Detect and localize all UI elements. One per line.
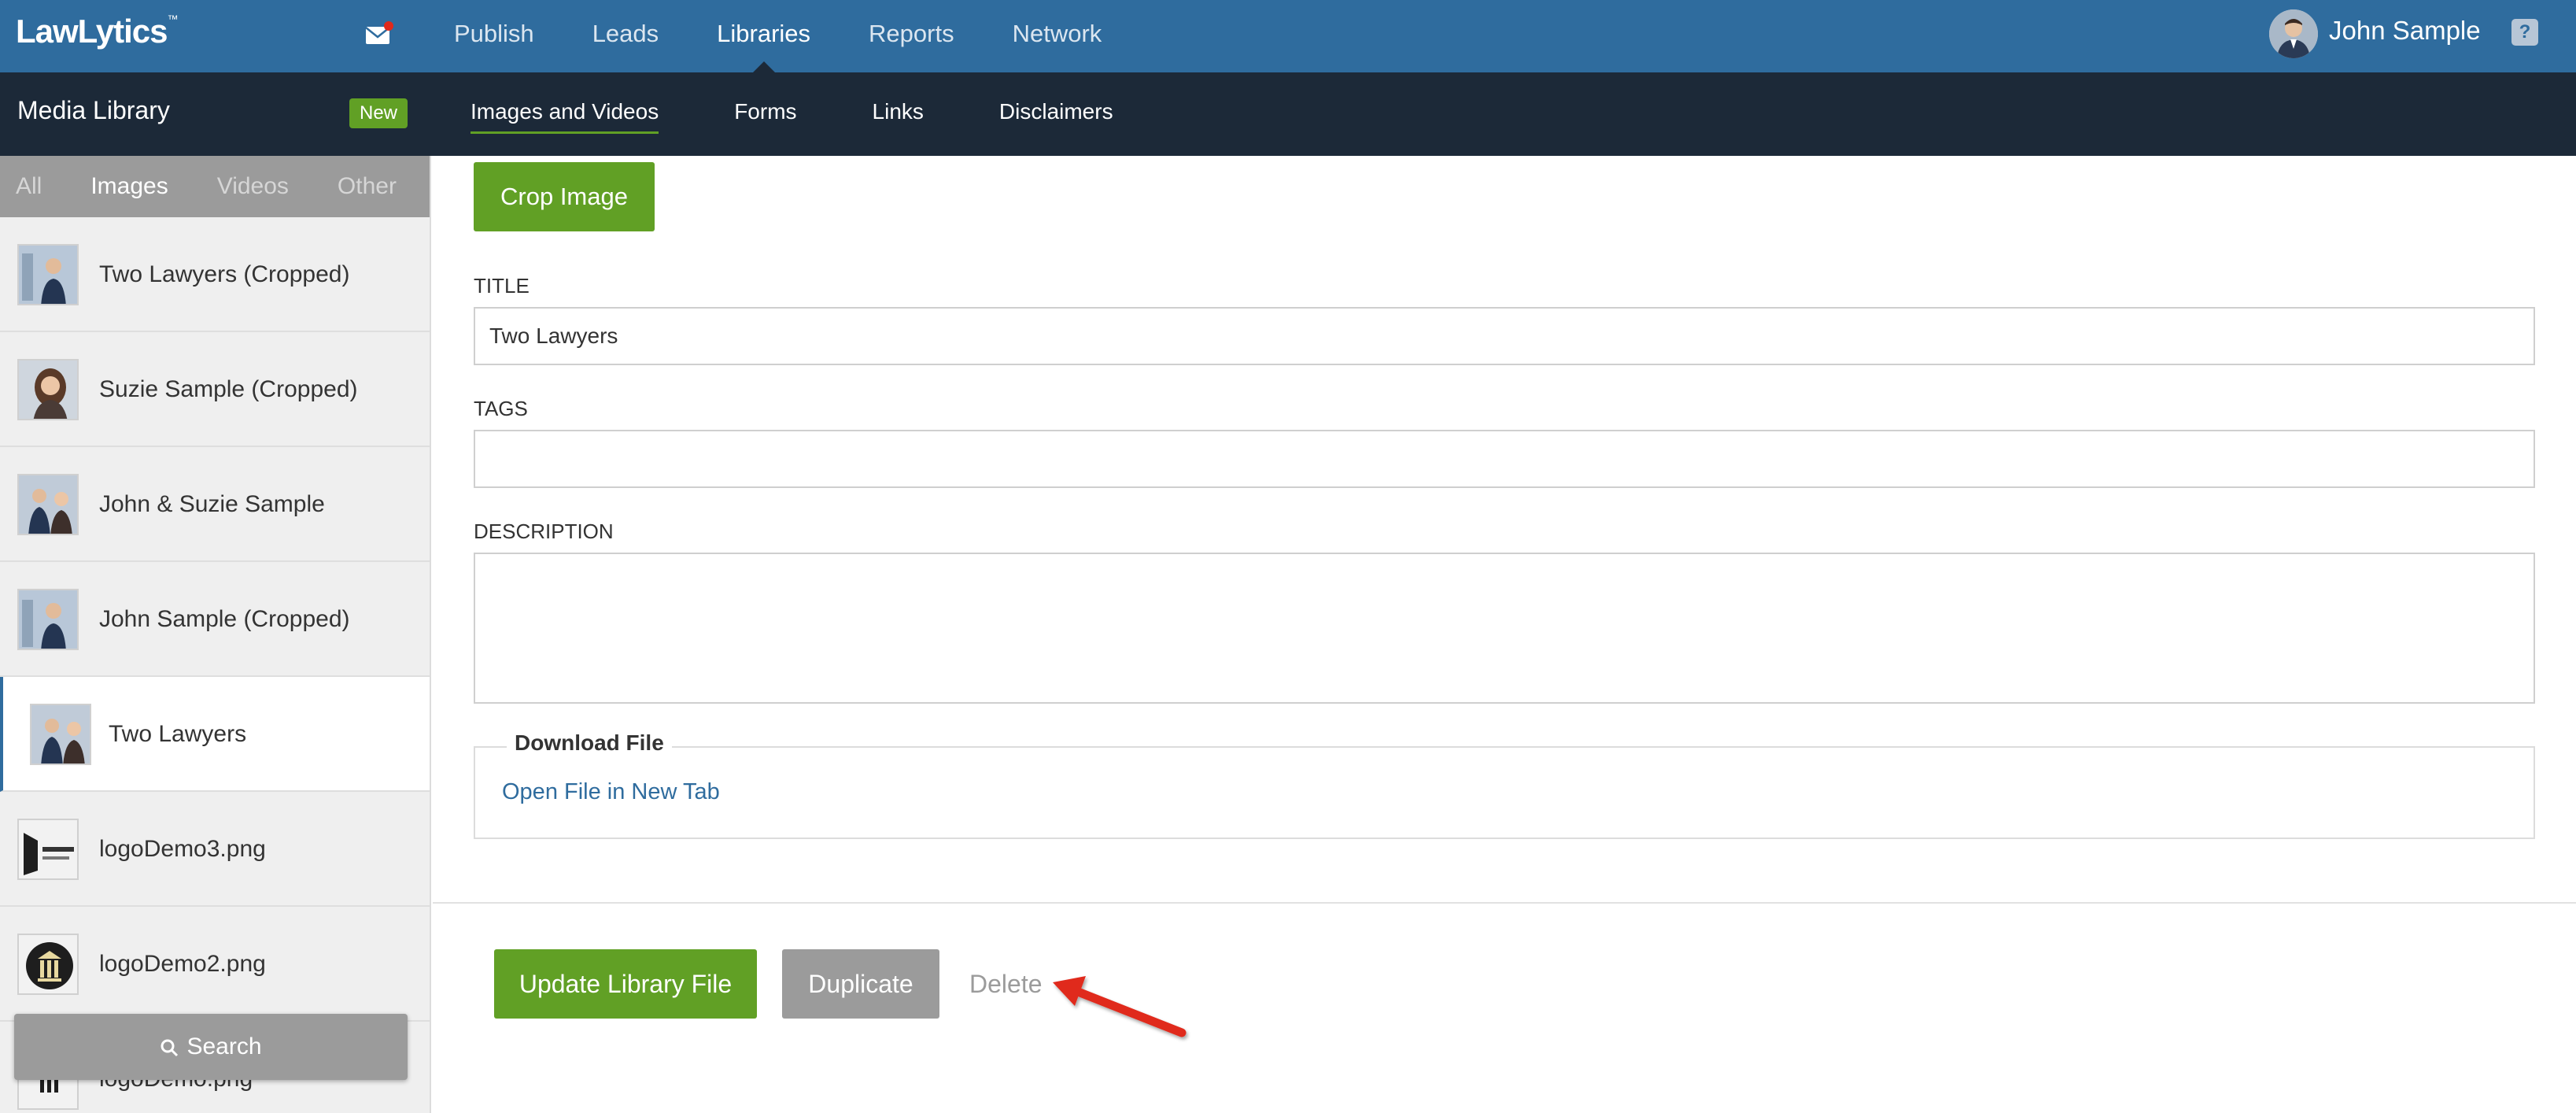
list-item-label: John & Suzie Sample xyxy=(99,491,325,517)
list-item-label: John Sample (Cropped) xyxy=(99,606,350,632)
user-name[interactable]: John Sample xyxy=(2329,16,2481,46)
annotation-arrow-icon xyxy=(1053,976,1187,1037)
section-title: Media Library xyxy=(17,96,170,124)
download-file-panel xyxy=(474,746,2535,839)
list-item-label: Two Lawyers xyxy=(109,721,247,747)
list-item[interactable]: logoDemo3.png xyxy=(0,792,430,907)
nav-reports[interactable]: Reports xyxy=(840,0,984,72)
search-button-label: Search xyxy=(186,1034,262,1059)
download-file-title: Download File xyxy=(507,730,672,756)
new-badge[interactable]: New xyxy=(349,98,408,128)
help-icon[interactable]: ? xyxy=(2511,19,2538,46)
tab-images-and-videos[interactable]: Images and Videos xyxy=(471,72,659,156)
list-item-selected[interactable]: Two Lawyers xyxy=(0,677,430,792)
main-nav: Publish Leads Libraries Reports Network xyxy=(425,0,1131,72)
update-library-file-button[interactable]: Update Library File xyxy=(494,949,757,1019)
duplicate-button[interactable]: Duplicate xyxy=(782,949,939,1019)
description-label: DESCRIPTION xyxy=(474,520,614,543)
filter-all[interactable]: All xyxy=(16,156,42,217)
nav-publish[interactable]: Publish xyxy=(425,0,563,72)
list-item-label: logoDemo3.png xyxy=(99,836,266,862)
tab-forms[interactable]: Forms xyxy=(734,72,796,156)
envelope-icon[interactable] xyxy=(365,20,393,47)
image-thumbnail xyxy=(17,819,79,880)
image-thumbnail xyxy=(17,934,79,995)
image-thumbnail xyxy=(30,704,91,765)
divider xyxy=(433,902,2576,904)
filter-images[interactable]: Images xyxy=(90,156,168,217)
image-thumbnail xyxy=(17,589,79,650)
tags-input[interactable] xyxy=(474,430,2535,488)
nav-libraries[interactable]: Libraries xyxy=(688,0,840,72)
image-thumbnail xyxy=(17,474,79,535)
media-sidebar: All Images Videos Other Two Lawyers (Cro… xyxy=(0,156,431,1113)
delete-button[interactable]: Delete xyxy=(969,949,1043,1019)
title-label: TITLE xyxy=(474,274,530,298)
lawlytics-logo[interactable]: LawLytics™ xyxy=(16,13,179,50)
title-input[interactable]: Two Lawyers xyxy=(474,307,2535,365)
list-item-label: logoDemo2.png xyxy=(99,951,266,977)
tags-label: TAGS xyxy=(474,397,528,420)
image-thumbnail xyxy=(17,244,79,305)
list-item-label: Suzie Sample (Cropped) xyxy=(99,376,358,402)
library-tabs: Images and Videos Forms Links Disclaimer… xyxy=(471,72,1189,156)
search-icon xyxy=(161,1039,179,1057)
nav-leads[interactable]: Leads xyxy=(563,0,688,72)
tab-disclaimers[interactable]: Disclaimers xyxy=(999,72,1113,156)
filter-other[interactable]: Other xyxy=(338,156,397,217)
search-button[interactable]: Search xyxy=(14,1014,408,1080)
list-item[interactable]: logoDemo2.png xyxy=(0,907,430,1022)
open-file-link[interactable]: Open File in New Tab xyxy=(502,779,720,805)
filter-videos[interactable]: Videos xyxy=(217,156,289,217)
description-textarea[interactable] xyxy=(474,553,2535,704)
tab-links[interactable]: Links xyxy=(873,72,924,156)
list-item-label: Two Lawyers (Cropped) xyxy=(99,261,350,287)
nav-network[interactable]: Network xyxy=(984,0,1131,72)
list-item[interactable]: John Sample (Cropped) xyxy=(0,562,430,677)
crop-image-button[interactable]: Crop Image xyxy=(474,162,655,231)
list-item[interactable]: Suzie Sample (Cropped) xyxy=(0,332,430,447)
user-avatar[interactable] xyxy=(2269,9,2318,58)
list-item[interactable]: John & Suzie Sample xyxy=(0,447,430,562)
media-type-filters: All Images Videos Other xyxy=(0,156,430,217)
image-thumbnail xyxy=(17,359,79,420)
list-item[interactable]: Two Lawyers (Cropped) xyxy=(0,217,430,332)
top-navbar: LawLytics™ Publish Leads Libraries Repor… xyxy=(0,0,2576,72)
